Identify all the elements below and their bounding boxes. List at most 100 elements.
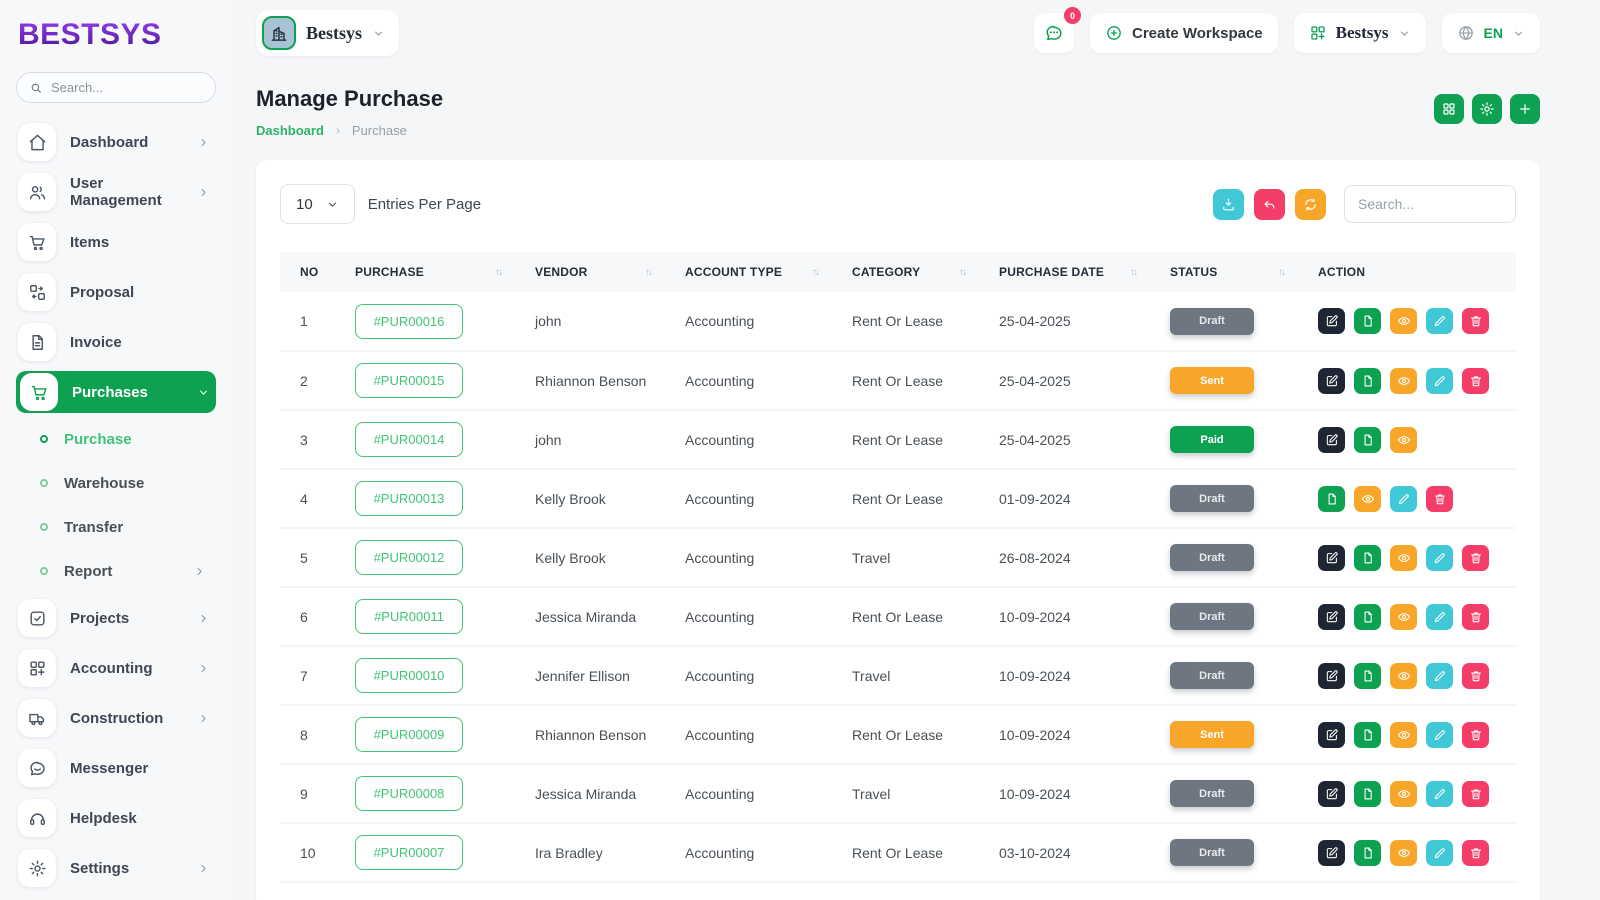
view-action-button[interactable] <box>1390 781 1417 807</box>
sidebar-item-settings[interactable]: Settings <box>16 843 216 893</box>
view-action-button[interactable] <box>1390 308 1417 334</box>
view-action-button[interactable] <box>1390 368 1417 394</box>
purchase-number-button[interactable]: #PUR00010 <box>355 658 463 693</box>
edit-action-button[interactable] <box>1318 427 1345 453</box>
document-action-button[interactable] <box>1354 781 1381 807</box>
sidebar-subitem-transfer[interactable]: Transfer <box>16 505 216 549</box>
update-action-button[interactable] <box>1426 722 1453 748</box>
sort-icon[interactable]: ↑↓ <box>812 267 818 278</box>
breadcrumb-dashboard-link[interactable]: Dashboard <box>256 123 324 138</box>
column-header-purchase[interactable]: PURCHASE↑↓ <box>335 252 515 292</box>
purchase-number-button[interactable]: #PUR00011 <box>355 599 463 634</box>
document-action-button[interactable] <box>1354 722 1381 748</box>
delete-action-button[interactable] <box>1462 722 1489 748</box>
delete-action-button[interactable] <box>1462 308 1489 334</box>
sidebar-item-accounting[interactable]: Accounting <box>16 643 216 693</box>
update-action-button[interactable] <box>1426 308 1453 334</box>
messages-button[interactable]: 0 <box>1034 13 1074 53</box>
sidebar-subitem-report[interactable]: Report <box>16 549 216 593</box>
add-purchase-button[interactable] <box>1510 94 1540 124</box>
edit-action-button[interactable] <box>1318 368 1345 394</box>
purchase-number-button[interactable]: #PUR00012 <box>355 540 463 575</box>
sidebar-item-proposal[interactable]: Proposal <box>16 267 216 317</box>
delete-action-button[interactable] <box>1462 663 1489 689</box>
column-header-purchase-date[interactable]: PURCHASE DATE↑↓ <box>979 252 1150 292</box>
document-action-button[interactable] <box>1354 368 1381 394</box>
update-action-button[interactable] <box>1426 368 1453 394</box>
language-selector[interactable]: EN <box>1442 13 1540 53</box>
column-header-vendor[interactable]: VENDOR↑↓ <box>515 252 665 292</box>
sort-icon[interactable]: ↑↓ <box>959 267 965 278</box>
purchase-number-button[interactable]: #PUR00013 <box>355 481 463 516</box>
view-action-button[interactable] <box>1390 604 1417 630</box>
delete-action-button[interactable] <box>1462 545 1489 571</box>
sidebar-item-items[interactable]: Items <box>16 217 216 267</box>
update-action-button[interactable] <box>1426 663 1453 689</box>
edit-action-button[interactable] <box>1318 604 1345 630</box>
view-action-button[interactable] <box>1354 486 1381 512</box>
settings-button[interactable] <box>1472 94 1502 124</box>
column-header-category[interactable]: CATEGORY↑↓ <box>832 252 979 292</box>
document-action-button[interactable] <box>1354 840 1381 866</box>
purchase-number-button[interactable]: #PUR00016 <box>355 304 463 339</box>
sidebar-item-invoice[interactable]: Invoice <box>16 317 216 367</box>
purchase-number-button[interactable]: #PUR00014 <box>355 422 463 457</box>
sidebar-item-messenger[interactable]: Messenger <box>16 743 216 793</box>
view-action-button[interactable] <box>1390 663 1417 689</box>
document-action-button[interactable] <box>1354 308 1381 334</box>
update-action-button[interactable] <box>1390 486 1417 512</box>
sidebar-subitem-warehouse[interactable]: Warehouse <box>16 461 216 505</box>
purchase-number-button[interactable]: #PUR00008 <box>355 776 463 811</box>
update-action-button[interactable] <box>1426 604 1453 630</box>
sort-icon[interactable]: ↑↓ <box>495 267 501 278</box>
apps-button[interactable] <box>1434 94 1464 124</box>
delete-action-button[interactable] <box>1462 368 1489 394</box>
table-search-input[interactable] <box>1344 185 1516 223</box>
purchase-number-button[interactable]: #PUR00015 <box>355 363 463 398</box>
update-action-button[interactable] <box>1426 545 1453 571</box>
sidebar-item-purchases[interactable]: Purchases <box>16 371 216 413</box>
delete-action-button[interactable] <box>1426 486 1453 512</box>
sidebar-search[interactable] <box>16 72 216 103</box>
purchase-number-button[interactable]: #PUR00009 <box>355 717 463 752</box>
sidebar-item-helpdesk[interactable]: Helpdesk <box>16 793 216 843</box>
update-action-button[interactable] <box>1426 781 1453 807</box>
entries-per-page-select[interactable]: 10 <box>280 184 355 224</box>
edit-action-button[interactable] <box>1318 781 1345 807</box>
delete-action-button[interactable] <box>1462 840 1489 866</box>
column-header-account-type[interactable]: ACCOUNT TYPE↑↓ <box>665 252 832 292</box>
edit-action-button[interactable] <box>1318 545 1345 571</box>
sidebar-item-projects[interactable]: Projects <box>16 593 216 643</box>
delete-action-button[interactable] <box>1462 604 1489 630</box>
edit-action-button[interactable] <box>1318 308 1345 334</box>
document-action-button[interactable] <box>1354 427 1381 453</box>
document-action-button[interactable] <box>1354 545 1381 571</box>
sidebar-item-construction[interactable]: Construction <box>16 693 216 743</box>
document-action-button[interactable] <box>1354 604 1381 630</box>
sort-icon[interactable]: ↑↓ <box>645 267 651 278</box>
edit-action-button[interactable] <box>1318 722 1345 748</box>
create-workspace-button[interactable]: Create Workspace <box>1090 13 1278 53</box>
sort-icon[interactable]: ↑↓ <box>1278 267 1284 278</box>
org-selector[interactable]: Bestsys <box>1294 13 1426 53</box>
sidebar-item-user-management[interactable]: User Management <box>16 167 216 217</box>
view-action-button[interactable] <box>1390 840 1417 866</box>
purchase-number-button[interactable]: #PUR00007 <box>355 835 463 870</box>
export-button[interactable] <box>1213 189 1244 220</box>
edit-action-button[interactable] <box>1318 840 1345 866</box>
document-action-button[interactable] <box>1318 486 1345 512</box>
document-action-button[interactable] <box>1354 663 1381 689</box>
sidebar-search-input[interactable] <box>51 80 201 95</box>
sidebar-item-dashboard[interactable]: Dashboard <box>16 117 216 167</box>
column-header-status[interactable]: STATUS↑↓ <box>1150 252 1298 292</box>
view-action-button[interactable] <box>1390 722 1417 748</box>
undo-button[interactable] <box>1254 189 1285 220</box>
sidebar-subitem-purchase[interactable]: Purchase <box>16 417 216 461</box>
delete-action-button[interactable] <box>1462 781 1489 807</box>
view-action-button[interactable] <box>1390 427 1417 453</box>
workspace-selector[interactable]: Bestsys <box>256 10 399 56</box>
view-action-button[interactable] <box>1390 545 1417 571</box>
edit-action-button[interactable] <box>1318 663 1345 689</box>
sort-icon[interactable]: ↑↓ <box>1130 267 1136 278</box>
update-action-button[interactable] <box>1426 840 1453 866</box>
